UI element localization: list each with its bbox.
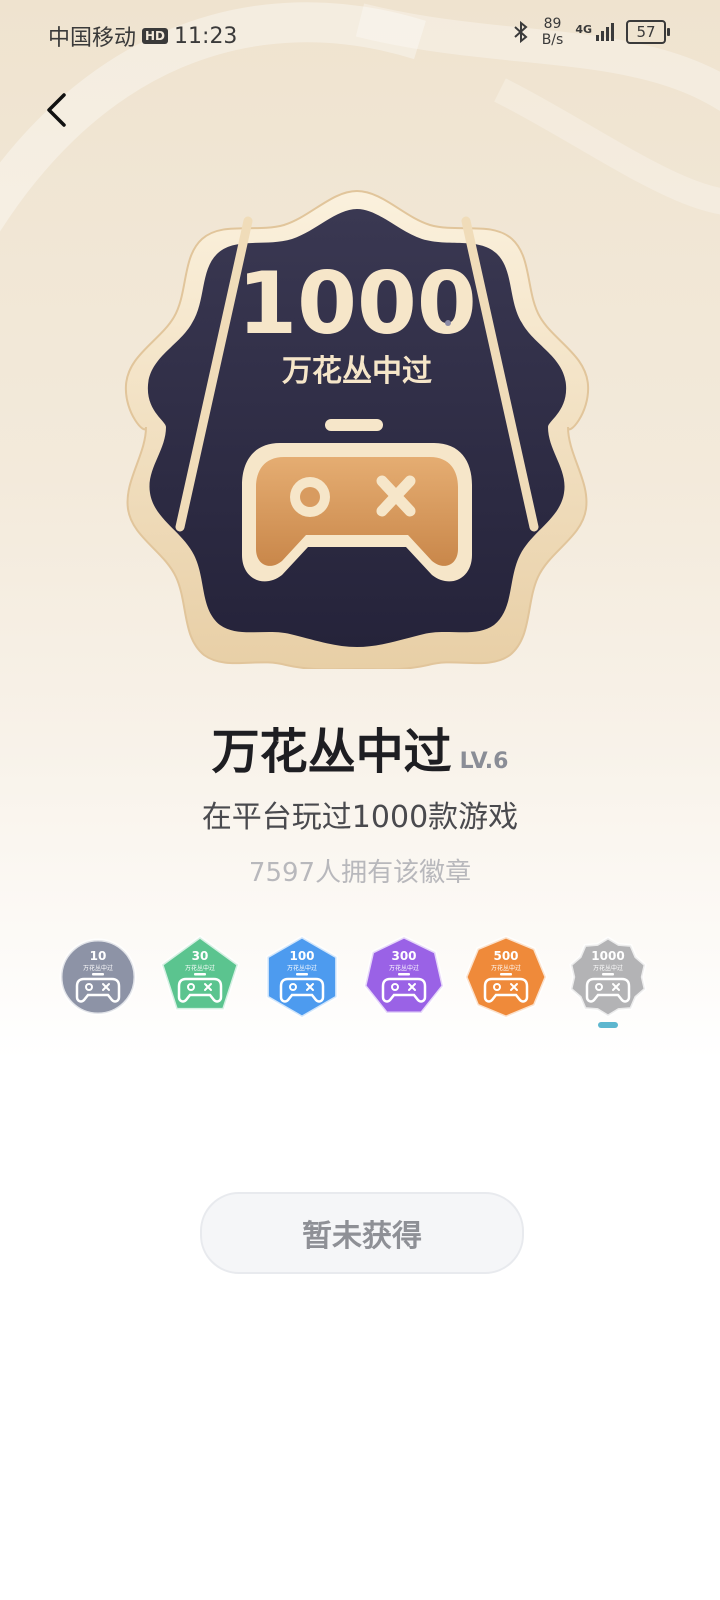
level-badge-count: 1000 bbox=[591, 949, 624, 963]
badge-owner-count: 7597人拥有该徽章 bbox=[248, 858, 472, 888]
level-badge-100[interactable]: 100 万花丛中过 bbox=[260, 935, 344, 1019]
bluetooth-icon bbox=[514, 20, 528, 44]
badge-count: 1000 bbox=[237, 254, 476, 354]
level-badge-name: 万花丛中过 bbox=[389, 964, 419, 972]
back-button[interactable] bbox=[36, 90, 76, 130]
network-type: 4G bbox=[575, 23, 592, 36]
level-badge-icon: 30万花丛中过 bbox=[160, 935, 240, 1011]
sparkle-icon bbox=[445, 320, 451, 326]
level-badge-count: 300 bbox=[391, 949, 416, 963]
badge-emblem: 1000 万花丛中过 bbox=[124, 189, 590, 669]
network-speed-unit: B/s bbox=[541, 32, 564, 48]
chevron-left-icon bbox=[47, 93, 66, 127]
badge-divider bbox=[325, 419, 383, 431]
badge-description: 在平台玩过1000款游戏 bbox=[201, 800, 519, 835]
level-badge-count: 500 bbox=[493, 949, 518, 963]
level-badge-1000[interactable]: 1000 万花丛中过 bbox=[566, 935, 650, 1019]
level-badge-300[interactable]: 300 万花丛中过 bbox=[362, 935, 446, 1019]
level-badge-icon: 10万花丛中过 bbox=[59, 938, 137, 1016]
level-badge-name: 万花丛中过 bbox=[593, 964, 623, 972]
battery-icon: 57 bbox=[626, 20, 670, 44]
status-bar: 中国移动 HD 11:23 89 B/s 4G 57 bbox=[0, 0, 720, 70]
level-badge-icon: 300万花丛中过 bbox=[363, 935, 445, 1015]
level-badge-count: 100 bbox=[289, 949, 314, 963]
network-speed: 89 B/s bbox=[542, 16, 564, 48]
level-badge-count: 10 bbox=[90, 949, 107, 963]
status-left: 中国移动 HD 11:23 bbox=[48, 20, 237, 52]
level-badge-icon: 100万花丛中过 bbox=[265, 935, 339, 1019]
level-badge-500[interactable]: 500 万花丛中过 bbox=[464, 935, 548, 1019]
level-badge-name: 万花丛中过 bbox=[83, 964, 113, 972]
network-speed-value: 89 bbox=[543, 16, 562, 32]
signal-icon: 4G bbox=[575, 23, 614, 41]
level-badge-10[interactable]: 10 万花丛中过 bbox=[56, 935, 140, 1019]
not-obtained-button[interactable]: 暂未获得 bbox=[200, 1192, 524, 1274]
badge-emblem-name: 万花丛中过 bbox=[282, 354, 432, 389]
level-selector: 10 万花丛中过 30 万花丛中过 100 万花丛中过 300 万花丛中过 500 万花丛中过 10… bbox=[56, 935, 676, 1045]
level-badge-name: 万花丛中过 bbox=[491, 964, 521, 972]
selected-level-indicator bbox=[598, 1022, 618, 1028]
badge-title-row: 万花丛中过 LV.6 bbox=[0, 712, 720, 782]
badge-level: LV.6 bbox=[459, 749, 509, 774]
level-badge-30[interactable]: 30 万花丛中过 bbox=[158, 935, 242, 1019]
level-badge-count: 30 bbox=[192, 949, 209, 963]
level-badge-icon: 500万花丛中过 bbox=[464, 935, 548, 1019]
level-badge-name: 万花丛中过 bbox=[185, 964, 215, 972]
hd-icon: HD bbox=[142, 28, 169, 44]
clock: 11:23 bbox=[174, 23, 238, 49]
carrier-name: 中国移动 bbox=[48, 26, 137, 51]
status-right: 89 B/s 4G 57 bbox=[512, 16, 670, 48]
level-badge-icon: 1000万花丛中过 bbox=[569, 936, 647, 1018]
level-badge-name: 万花丛中过 bbox=[287, 964, 317, 972]
badge-title: 万花丛中过 bbox=[211, 724, 452, 780]
